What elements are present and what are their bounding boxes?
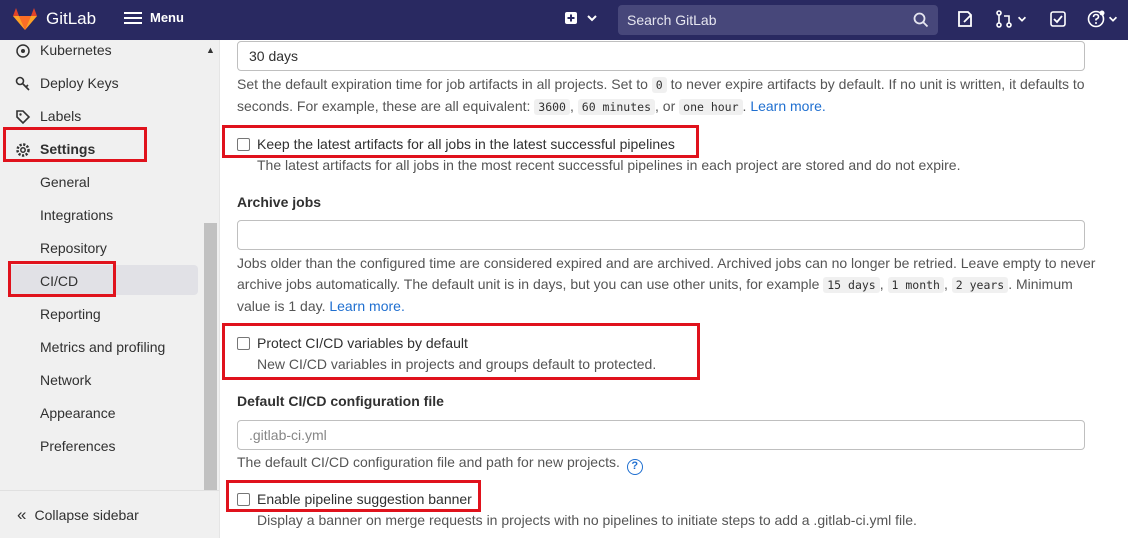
merge-request-icon (996, 10, 1012, 28)
double-chevron-left-icon: « (17, 504, 27, 524)
search-placeholder: Search GitLab (627, 12, 717, 28)
sidebar-subitem-general[interactable]: General (40, 174, 90, 190)
brand-name: GitLab (46, 9, 97, 28)
plus-square-icon (565, 12, 577, 24)
code-snippet: 60 minutes (577, 99, 656, 115)
menu-button[interactable]: Menu (124, 10, 184, 25)
keep-latest-help: The latest artifacts for all jobs in the… (257, 157, 961, 173)
archive-jobs-help: Jobs older than the configured time are … (237, 255, 1096, 314)
artifacts-expire-help: Set the default expiration time for job … (237, 76, 1085, 115)
main-content: 30 days Set the default expiration time … (220, 40, 1128, 538)
sidebar-subitem-reporting[interactable]: Reporting (40, 306, 101, 322)
highlight-settings (3, 127, 147, 162)
sidebar-item-kubernetes[interactable]: Kubernetes (40, 42, 112, 58)
default-config-help: The default CI/CD configuration file and… (237, 452, 1097, 475)
artifacts-expire-input[interactable]: 30 days (237, 41, 1085, 71)
code-snippet: one hour (679, 99, 743, 115)
search-icon (913, 12, 929, 28)
help-text: The default CI/CD configuration file and… (237, 454, 620, 470)
default-config-label: Default CI/CD configuration file (237, 393, 444, 409)
search-input[interactable]: Search GitLab (618, 5, 938, 35)
highlight-protect-vars (222, 323, 700, 380)
highlight-keep-latest (222, 125, 699, 158)
code-snippet: 3600 (534, 99, 570, 115)
help-text: Set the default expiration time for job … (237, 76, 648, 92)
scroll-up-arrow-icon[interactable]: ▲ (206, 45, 215, 55)
code-snippet: 2 years (951, 277, 1009, 293)
learn-more-link[interactable]: Learn more. (750, 98, 825, 114)
issues-icon[interactable] (956, 10, 974, 28)
code-snippet: 0 (651, 77, 667, 93)
collapse-sidebar-button[interactable]: « Collapse sidebar (0, 490, 219, 538)
sidebar-item-labels[interactable]: Labels (40, 108, 81, 124)
label-icon (16, 110, 31, 125)
code-snippet: 1 month (887, 277, 944, 293)
key-icon (15, 76, 30, 91)
sidebar: ▲ Kubernetes Deploy Keys Labels Settings… (0, 40, 220, 538)
default-config-input[interactable]: .gitlab-ci.yml (237, 420, 1085, 450)
sidebar-scrollbar[interactable] (204, 223, 217, 490)
sidebar-subitem-appearance[interactable]: Appearance (40, 405, 116, 421)
sidebar-subitem-metrics[interactable]: Metrics and profiling (40, 339, 165, 355)
question-circle-icon (1087, 10, 1105, 28)
sidebar-item-deploy-keys[interactable]: Deploy Keys (40, 75, 119, 91)
gitlab-tanuki-icon (13, 8, 37, 30)
chevron-down-icon (1108, 16, 1118, 22)
chevron-down-icon (1017, 16, 1027, 22)
merge-requests-button[interactable] (995, 10, 1028, 28)
top-navbar: GitLab Menu Search GitLab (0, 0, 1128, 40)
chevron-down-icon (587, 15, 597, 22)
learn-more-link[interactable]: Learn more. (329, 298, 404, 314)
help-text: , or (655, 98, 676, 114)
suggestion-banner-help: Display a banner on merge requests in pr… (257, 512, 917, 528)
question-circle-icon[interactable]: ? (626, 459, 643, 475)
menu-label: Menu (150, 10, 184, 25)
highlight-suggestion-banner (226, 480, 481, 512)
highlight-cicd (8, 261, 116, 297)
todo-icon[interactable] (1049, 10, 1067, 28)
archive-jobs-input[interactable] (237, 220, 1085, 250)
new-dropdown-button[interactable] (563, 10, 599, 26)
help-button[interactable] (1087, 10, 1119, 28)
collapse-sidebar-label: Collapse sidebar (34, 506, 139, 523)
sidebar-subitem-repository[interactable]: Repository (40, 240, 107, 256)
kubernetes-icon (16, 44, 30, 58)
sidebar-subitem-network[interactable]: Network (40, 372, 91, 388)
sidebar-subitem-integrations[interactable]: Integrations (40, 207, 113, 223)
gitlab-logo[interactable]: GitLab (12, 7, 96, 31)
archive-jobs-label: Archive jobs (237, 194, 322, 210)
hamburger-icon (124, 11, 142, 24)
code-snippet: 15 days (823, 277, 880, 293)
sidebar-subitem-preferences[interactable]: Preferences (40, 438, 115, 454)
